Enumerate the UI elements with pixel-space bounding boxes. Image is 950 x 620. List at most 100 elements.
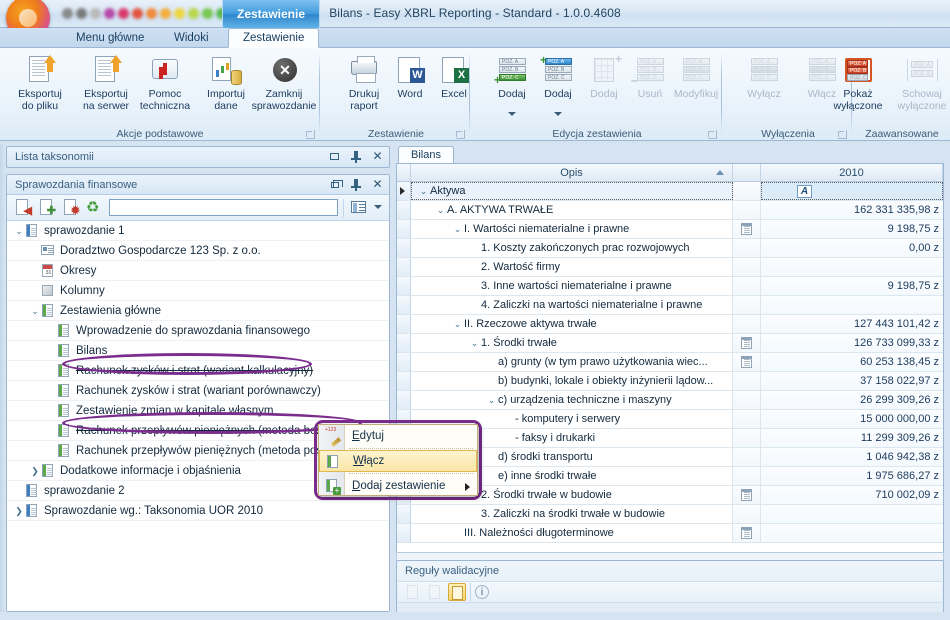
table-row[interactable]: 2. Środki trwałe w budowie 710 002,09 z — [397, 486, 943, 505]
row-indicator — [397, 315, 411, 333]
ribbon-tab-0[interactable]: Menu główne — [62, 28, 158, 48]
tree-item-label: Dodatkowe informacje i objaśnienia — [60, 464, 241, 477]
note-icon[interactable] — [740, 355, 753, 369]
chevron-down-icon[interactable]: ⌄ — [468, 338, 481, 349]
table-row[interactable]: ⌄ I. Wartości niematerialne i prawne 9 198… — [397, 220, 943, 239]
tab-bilans[interactable]: Bilans — [398, 146, 454, 163]
chevron-down-icon[interactable]: ⌄ — [29, 301, 41, 321]
messages-icon[interactable] — [448, 583, 466, 601]
tree-item[interactable]: ⌄ sprawozdanie 1 — [7, 221, 389, 241]
ribbon-tab-1[interactable]: Widoki — [160, 28, 223, 48]
table-row[interactable]: a) grunty (w tym prawo użytkowania wiec.… — [397, 353, 943, 372]
tree-item[interactable]: Bilans — [7, 341, 389, 361]
ribbon-button-close-report[interactable]: Zamknijsprawozdanie — [248, 51, 320, 123]
table-row[interactable]: - komputery i serwery 15 000 000,00 z — [397, 410, 943, 429]
chevron-down-icon[interactable]: ⌄ — [434, 205, 447, 216]
info-icon[interactable]: i — [475, 585, 489, 599]
chevron-down-icon[interactable] — [508, 112, 516, 116]
tree-item[interactable]: ❯ Sprawozdanie wg.: Taksonomia UOR 2010 — [7, 501, 389, 521]
open-report-icon[interactable]: ◀ — [13, 198, 32, 217]
chevron-down-icon[interactable]: ⌄ — [485, 395, 498, 406]
chevron-down-icon[interactable] — [554, 112, 562, 116]
table-row[interactable]: b) budynki, lokale i obiekty inżynierii … — [397, 372, 943, 391]
menu-item-edytuj[interactable]: +123 Edytuj — [319, 425, 477, 447]
note-icon[interactable] — [740, 222, 753, 236]
warnings-icon[interactable] — [426, 583, 444, 601]
table-row[interactable]: 2. Wartość firmy — [397, 258, 943, 277]
table-row[interactable]: 1. Koszty zakończonych prac rozwojowych 0… — [397, 239, 943, 258]
active-document-tab[interactable]: Zestawienie — [222, 0, 320, 28]
dialog-launcher-icon[interactable] — [838, 130, 847, 139]
tree-item[interactable]: Rachunek zysków i strat (wariant porówna… — [7, 381, 389, 401]
chevron-down-icon[interactable] — [373, 198, 383, 217]
menu-item-włącz[interactable]: Włącz — [319, 450, 477, 472]
view-mode-icon[interactable] — [349, 198, 368, 217]
ribbon-group-title: Akcje podstawowe — [116, 128, 204, 140]
table-row[interactable]: e) inne środki trwałe 1 975 686,27 z — [397, 467, 943, 486]
table-row[interactable]: ⌄ Aktywa A — [397, 182, 943, 201]
ribbon-group-title: Zaawansowane — [865, 128, 939, 140]
context-menu[interactable]: +123 Edytuj Włącz + Dodaj zestawienie — [318, 424, 478, 496]
note-icon[interactable] — [740, 336, 753, 350]
chevron-down-icon[interactable]: ⌄ — [451, 224, 464, 235]
refresh-icon[interactable]: ♻ — [85, 198, 104, 217]
cell-value-text: 710 002,09 z — [875, 489, 939, 501]
close-icon[interactable]: ✕ — [371, 178, 384, 191]
table-row[interactable]: ⌄ A. AKTYWA TRWAŁE 162 331 335,98 z — [397, 201, 943, 220]
chevron-down-icon[interactable]: ⌄ — [451, 319, 464, 330]
chevron-down-icon[interactable]: ⌄ — [417, 186, 430, 197]
table-row[interactable]: 3. Inne wartości niematerialne i prawne 9… — [397, 277, 943, 296]
table-row[interactable]: ⌄ c) urządzenia techniczne i maszyny 26 29… — [397, 391, 943, 410]
cell-opis-label: 3. Zaliczki na środki trwałe w budowie — [481, 508, 666, 520]
chevron-right-icon[interactable]: ❯ — [13, 501, 25, 521]
tree-item-label: Rachunek zysków i strat (wariant kalkula… — [76, 364, 314, 377]
tree-item[interactable]: Okresy — [7, 261, 389, 281]
balance-sheet-grid[interactable]: Opis 2010 ⌄ Aktywa A ⌄ A. AKTYWA TRWAŁE 162 3… — [396, 163, 944, 554]
dialog-launcher-icon[interactable] — [708, 130, 717, 139]
row-indicator — [397, 182, 411, 200]
table-row[interactable]: ⌄ II. Rzeczowe aktywa trwałe 127 443 101,4… — [397, 315, 943, 334]
reports-tree[interactable]: ⌄ sprawozdanie 1 Doradztwo Gospodarcze 123… — [7, 221, 389, 611]
note-icon[interactable] — [740, 488, 753, 502]
cell-value-text: 9 198,75 z — [887, 223, 939, 235]
report-doc-green-icon — [41, 303, 55, 318]
dialog-launcher-icon[interactable] — [306, 130, 315, 139]
tree-item[interactable]: Wprowadzenie do sprawozdania finansowego — [7, 321, 389, 341]
grid-body[interactable]: ⌄ Aktywa A ⌄ A. AKTYWA TRWAŁE 162 331 335,98 … — [397, 182, 943, 543]
errors-icon[interactable] — [404, 583, 422, 601]
ribbon-button-show-disabled[interactable]: POZ. A POZ. B POZ. C Pokaż wyłączone — [822, 51, 894, 123]
menu-item-dodaj-zestawienie[interactable]: + Dodaj zestawienie — [319, 475, 477, 497]
table-row[interactable]: 4. Zaliczki na wartości niematerialne i … — [397, 296, 943, 315]
delete-report-icon[interactable]: ✹ — [61, 198, 80, 217]
tree-item[interactable]: Doradztwo Gospodarcze 123 Sp. z o.o. — [7, 241, 389, 261]
submenu-arrow-icon[interactable] — [465, 483, 470, 491]
grid-header-opis[interactable]: Opis — [411, 164, 733, 181]
row-indicator — [397, 353, 411, 371]
tree-item[interactable]: Rachunek zysków i strat (wariant kalkula… — [7, 361, 389, 381]
ribbon-tab-2[interactable]: Zestawienie — [228, 28, 320, 48]
cell-note-flag — [733, 391, 761, 409]
ribbon-button-export-to-file[interactable]: Eksportuj do pliku — [4, 51, 76, 123]
tree-item[interactable]: Zestawienie zmian w kapitale własnym — [7, 401, 389, 421]
tree-item[interactable]: Kolumny — [7, 281, 389, 301]
chevron-right-icon[interactable]: ❯ — [29, 461, 41, 481]
table-row[interactable]: ⌄ 1. Środki trwałe 126 733 099,33 z — [397, 334, 943, 353]
table-row[interactable]: - faksy i drukarki 11 299 309,26 z — [397, 429, 943, 448]
ribbon-group-title: Wyłączenia — [761, 128, 815, 140]
dialog-launcher-icon[interactable] — [456, 130, 465, 139]
table-row[interactable]: d) środki transportu 1 046 942,38 z — [397, 448, 943, 467]
table-row[interactable]: 3. Zaliczki na środki trwałe w budowie — [397, 505, 943, 524]
pin-icon[interactable] — [350, 178, 363, 191]
new-report-icon[interactable]: ✚ — [37, 198, 56, 217]
close-icon[interactable]: ✕ — [371, 150, 384, 163]
restore-icon[interactable] — [329, 178, 343, 191]
chevron-down-icon[interactable]: ⌄ — [13, 221, 25, 241]
search-input[interactable] — [109, 199, 338, 216]
note-icon[interactable] — [740, 526, 753, 540]
table-row[interactable]: III. Należności długoterminowe — [397, 524, 943, 543]
tree-item[interactable]: ⌄ Zestawienia główne — [7, 301, 389, 321]
cell-opis-label: 1. Koszty zakończonych prac rozwojowych — [481, 242, 690, 254]
grid-header-year[interactable]: 2010 — [761, 164, 943, 181]
pin-icon[interactable] — [350, 150, 363, 163]
restore-icon[interactable] — [329, 150, 342, 163]
